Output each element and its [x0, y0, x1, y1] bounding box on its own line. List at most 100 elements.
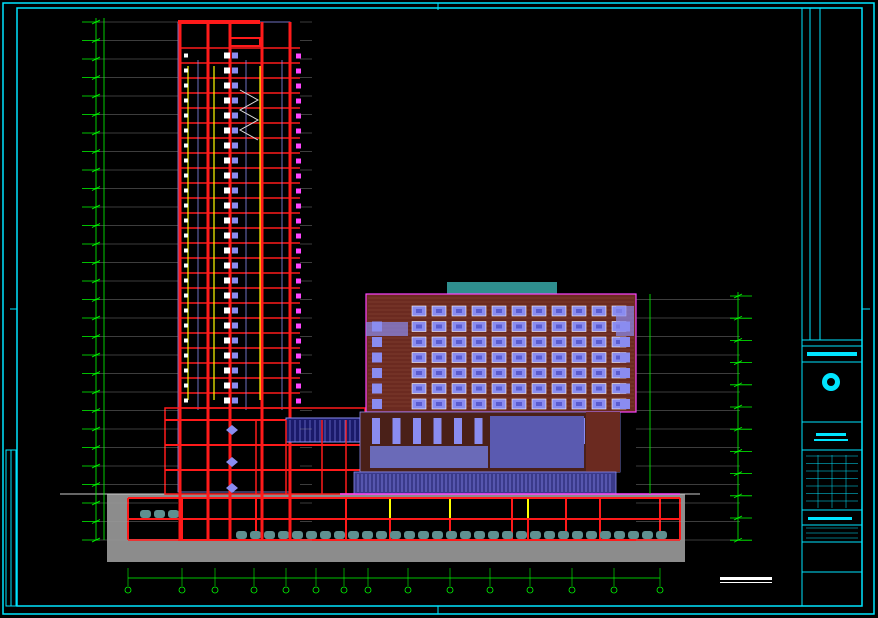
tower-window [184, 383, 188, 388]
parking-car [418, 531, 429, 539]
parking-car [320, 531, 331, 539]
tower-window [184, 53, 188, 58]
tower-window [296, 248, 301, 254]
hotel-window [372, 352, 382, 363]
tower-window [224, 202, 230, 209]
tower-window [184, 308, 188, 313]
tower-window [232, 352, 238, 359]
tower-window [296, 383, 301, 389]
tower-window [232, 202, 238, 209]
tower-window [232, 187, 238, 194]
hotel-window [372, 399, 382, 409]
tower-window [232, 142, 238, 149]
tower-window [296, 113, 301, 119]
tower-window [224, 352, 230, 359]
tower-window [184, 398, 188, 403]
parking-car [292, 531, 303, 539]
tower-window [224, 382, 230, 389]
parking-car [376, 531, 387, 539]
parking-car [168, 510, 179, 518]
tower-window [232, 397, 238, 404]
tower-window [232, 82, 238, 89]
parking-car [600, 531, 611, 539]
tower-window [224, 82, 230, 89]
parking-car [362, 531, 373, 539]
tower-window [232, 322, 238, 329]
tower-window [232, 277, 238, 284]
tower-window [224, 397, 230, 404]
parking-car [586, 531, 597, 539]
tower-window [296, 338, 301, 344]
tower-window [296, 293, 301, 299]
parking-car [474, 531, 485, 539]
tower-window [232, 232, 238, 239]
tower-window [296, 188, 301, 194]
tower-window [184, 83, 188, 88]
cad-viewport[interactable] [0, 0, 878, 618]
parking-car [250, 531, 261, 539]
tower-window [184, 233, 188, 238]
tower-window [296, 98, 301, 104]
hotel-window [372, 383, 382, 394]
logo-circle-icon [822, 373, 840, 391]
parking-car [488, 531, 499, 539]
building-section-drawing [0, 0, 878, 618]
tower-window [296, 263, 301, 269]
tower-window [232, 292, 238, 299]
tower-window [224, 367, 230, 374]
parking-car [306, 531, 317, 539]
tower-window [184, 203, 188, 208]
tower-window [224, 277, 230, 284]
hotel-window [620, 352, 630, 363]
hotel-lower-window [454, 418, 462, 444]
tower-window [232, 367, 238, 374]
tower-window [232, 97, 238, 104]
hotel-window [620, 337, 630, 347]
tower-window [184, 338, 188, 343]
tower-window [232, 247, 238, 254]
parking-car [558, 531, 569, 539]
parking-car [334, 531, 345, 539]
parking-car [432, 531, 443, 539]
tower-window [296, 143, 301, 149]
tower-window [224, 337, 230, 344]
tower-window [296, 83, 301, 89]
tower-window [224, 112, 230, 119]
tower-window [232, 172, 238, 179]
tower-window [224, 172, 230, 179]
parking-car [348, 531, 359, 539]
tower-window [184, 323, 188, 328]
hotel-window [372, 337, 382, 347]
tower-window [296, 53, 301, 59]
tower-window [296, 308, 301, 314]
site-ground [60, 493, 700, 562]
parking-car [460, 531, 471, 539]
parking-car [516, 531, 527, 539]
parking-car [154, 510, 165, 518]
tower-window [184, 128, 188, 133]
tower-window [184, 248, 188, 253]
tower-window [232, 262, 238, 269]
tower-window [224, 67, 230, 74]
tower-window [184, 368, 188, 373]
tower-window [184, 113, 188, 118]
parking-car [390, 531, 401, 539]
tower-window [184, 353, 188, 358]
tower-window [184, 293, 188, 298]
parking-car [264, 531, 275, 539]
hotel-lower-window [474, 418, 483, 444]
tower-window [296, 158, 301, 164]
tower-window [232, 157, 238, 164]
hotel-lower-window [372, 418, 380, 444]
tower-window [224, 97, 230, 104]
tower-window [232, 52, 238, 59]
parking-car [236, 531, 247, 539]
parking-car [404, 531, 415, 539]
tower-window [184, 98, 188, 103]
tower-window [224, 307, 230, 314]
tower-window [296, 398, 301, 404]
parking-car [572, 531, 583, 539]
tower-window [184, 143, 188, 148]
tower-window [184, 68, 188, 73]
hotel-lower-window [433, 418, 442, 444]
